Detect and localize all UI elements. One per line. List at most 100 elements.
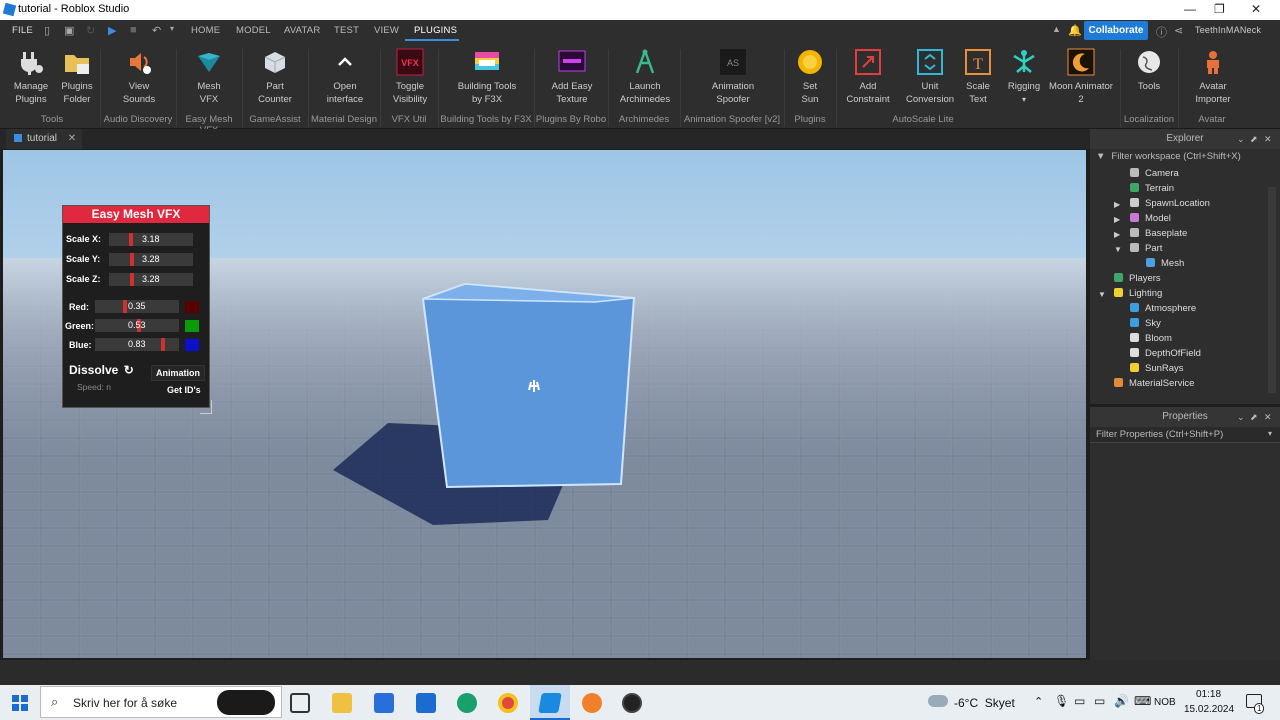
language-indicator[interactable]: NOB	[1154, 697, 1176, 708]
rigging-button[interactable]: Rigging ▾	[1004, 45, 1044, 106]
explorer-item[interactable]: Part	[1130, 243, 1162, 254]
explorer-item[interactable]: Bloom	[1130, 333, 1172, 344]
expand-arrow-open-icon[interactable]: ▼	[1114, 245, 1122, 254]
explorer-item[interactable]: Atmosphere	[1130, 303, 1196, 314]
green-slider[interactable]: 0.53	[95, 319, 179, 332]
add-easy-texture-button[interactable]: Add Easy Texture	[546, 45, 598, 106]
open-file-icon[interactable]: ▣	[64, 24, 74, 37]
scale-y-slider[interactable]: 3.28	[109, 253, 193, 266]
animation-spoofer-button[interactable]: AS Animation Spoofer	[702, 45, 764, 106]
tab-view[interactable]: VIEW	[374, 25, 399, 36]
mesh-vfx-button[interactable]: Mesh VFX	[186, 45, 232, 106]
dissolve-button[interactable]: Dissolve ↻	[69, 363, 134, 377]
rigging-dropdown-icon[interactable]: ▾	[1022, 95, 1026, 104]
notifications-icon[interactable]: 🔔	[1068, 24, 1082, 37]
toggle-visibility-button[interactable]: VFX Toggle Visibility	[386, 45, 434, 106]
maximize-button[interactable]: ❐	[1214, 2, 1225, 16]
new-file-icon[interactable]: ▯	[44, 24, 50, 37]
chevron-up-icon[interactable]: ⌃	[1034, 695, 1043, 708]
explorer-item[interactable]: Camera	[1130, 168, 1179, 179]
username[interactable]: TeethInMANeck	[1195, 25, 1261, 35]
mail-icon[interactable]	[416, 693, 436, 713]
open-interface-button[interactable]: Open interface	[320, 45, 370, 106]
explorer-item[interactable]: SpawnLocation	[1130, 198, 1210, 209]
explorer-item[interactable]: Players	[1114, 273, 1161, 284]
scale-x-slider[interactable]: 3.18	[109, 233, 193, 246]
microphone-icon[interactable]: 🎙	[1054, 694, 1069, 708]
quick-access-dropdown-icon[interactable]: ▾	[170, 24, 174, 33]
set-sun-button[interactable]: Set Sun	[792, 45, 828, 106]
close-panel-icon[interactable]: ✕	[1264, 129, 1272, 149]
undo-icon[interactable]: ↶	[152, 24, 161, 37]
expand-arrow-open-icon[interactable]: ▼	[1098, 290, 1106, 299]
collapse-ribbon-icon[interactable]: ▲	[1052, 24, 1061, 34]
explorer-item[interactable]: SunRays	[1130, 363, 1184, 374]
blue-slider[interactable]: 0.83	[95, 338, 179, 351]
weather-text[interactable]: -6°C Skyet	[954, 696, 1015, 710]
copilot-icon[interactable]	[217, 690, 275, 715]
scale-text-button[interactable]: T Scale Text	[960, 45, 996, 106]
localization-tools-button[interactable]: Tools	[1130, 45, 1168, 93]
battery-icon[interactable]: ▭	[1094, 694, 1105, 708]
windows-start-icon[interactable]	[12, 695, 28, 711]
explorer-item[interactable]: Terrain	[1130, 183, 1174, 194]
expand-arrow-icon[interactable]: ▶	[1114, 215, 1120, 224]
undock-icon[interactable]: ⬈	[1250, 129, 1258, 149]
file-explorer-icon[interactable]	[332, 693, 352, 713]
close-panel-icon[interactable]: ✕	[1264, 407, 1272, 427]
scale-z-knob[interactable]	[130, 273, 134, 286]
tab-plugins[interactable]: PLUGINS	[414, 25, 457, 36]
explorer-item[interactable]: Model	[1130, 213, 1171, 224]
explorer-item[interactable]: Sky	[1130, 318, 1161, 329]
panel-dropdown-icon[interactable]: ⌄	[1237, 407, 1245, 427]
undock-icon[interactable]: ⬈	[1250, 407, 1258, 427]
redo-disabled-icon[interactable]: ↻	[86, 24, 95, 37]
panel-dropdown-icon[interactable]: ⌄	[1237, 129, 1245, 149]
expand-arrow-icon[interactable]: ▶	[1114, 200, 1120, 209]
explorer-item[interactable]: MaterialService	[1114, 378, 1194, 389]
minimize-button[interactable]: —	[1184, 2, 1196, 16]
microsoft-store-icon[interactable]	[374, 693, 394, 713]
blender-icon[interactable]	[582, 693, 602, 713]
avatar-importer-button[interactable]: Avatar Importer	[1190, 45, 1236, 106]
red-slider[interactable]: 0.35	[95, 300, 179, 313]
explorer-item[interactable]: Lighting	[1114, 288, 1162, 299]
building-tools-button[interactable]: Building Tools by F3X	[452, 45, 522, 106]
properties-filter-input[interactable]: Filter Properties (Ctrl+Shift+P) ▾	[1090, 427, 1280, 443]
close-tab-icon[interactable]: ✕	[68, 133, 76, 144]
tab-avatar[interactable]: AVATAR	[284, 25, 320, 36]
clock-date[interactable]: 15.02.2024	[1184, 704, 1234, 715]
file-menu[interactable]: FILE	[12, 25, 33, 36]
unit-conversion-button[interactable]: Unit Conversion	[902, 45, 958, 106]
collaborate-button[interactable]: Collaborate	[1084, 21, 1148, 40]
obs-icon[interactable]	[622, 693, 642, 713]
taskbar-search-box[interactable]: ⌕ Skriv her for å søke	[40, 686, 282, 718]
expand-arrow-icon[interactable]: ▶	[1114, 230, 1120, 239]
moon-animator-button[interactable]: Moon Animator 2	[1046, 45, 1116, 106]
edge-icon[interactable]	[457, 693, 477, 713]
scale-z-slider[interactable]: 3.28	[109, 273, 193, 286]
stop-icon[interactable]: ■	[130, 24, 137, 36]
clock-time[interactable]: 01:18	[1196, 689, 1221, 700]
manage-plugins-button[interactable]: Manage Plugins	[8, 45, 54, 106]
view-sounds-button[interactable]: View Sounds	[116, 45, 162, 106]
close-button[interactable]: ✕	[1251, 2, 1261, 16]
keyboard-icon[interactable]: ⌨	[1134, 694, 1151, 708]
part-counter-button[interactable]: Part Counter	[252, 45, 298, 106]
launch-archimedes-button[interactable]: Launch Archimedes	[616, 45, 674, 106]
red-knob[interactable]	[123, 300, 127, 313]
panel-resize-handle[interactable]	[200, 400, 212, 414]
play-icon[interactable]: ▶	[108, 24, 116, 37]
network-icon[interactable]: ▭	[1074, 694, 1085, 708]
tab-home[interactable]: HOME	[191, 25, 220, 36]
tab-tutorial[interactable]: tutorial ✕	[6, 129, 82, 149]
explorer-item[interactable]: Baseplate	[1130, 228, 1187, 239]
explorer-item[interactable]: Mesh	[1146, 258, 1184, 269]
share-icon[interactable]: ⋖	[1174, 24, 1183, 37]
tab-test[interactable]: TEST	[334, 25, 359, 36]
tab-model[interactable]: MODEL	[236, 25, 271, 36]
scale-y-knob[interactable]	[130, 253, 134, 266]
task-view-icon[interactable]	[290, 693, 310, 713]
volume-icon[interactable]: 🔊	[1114, 694, 1129, 708]
animation-button[interactable]: Animation	[151, 365, 205, 381]
